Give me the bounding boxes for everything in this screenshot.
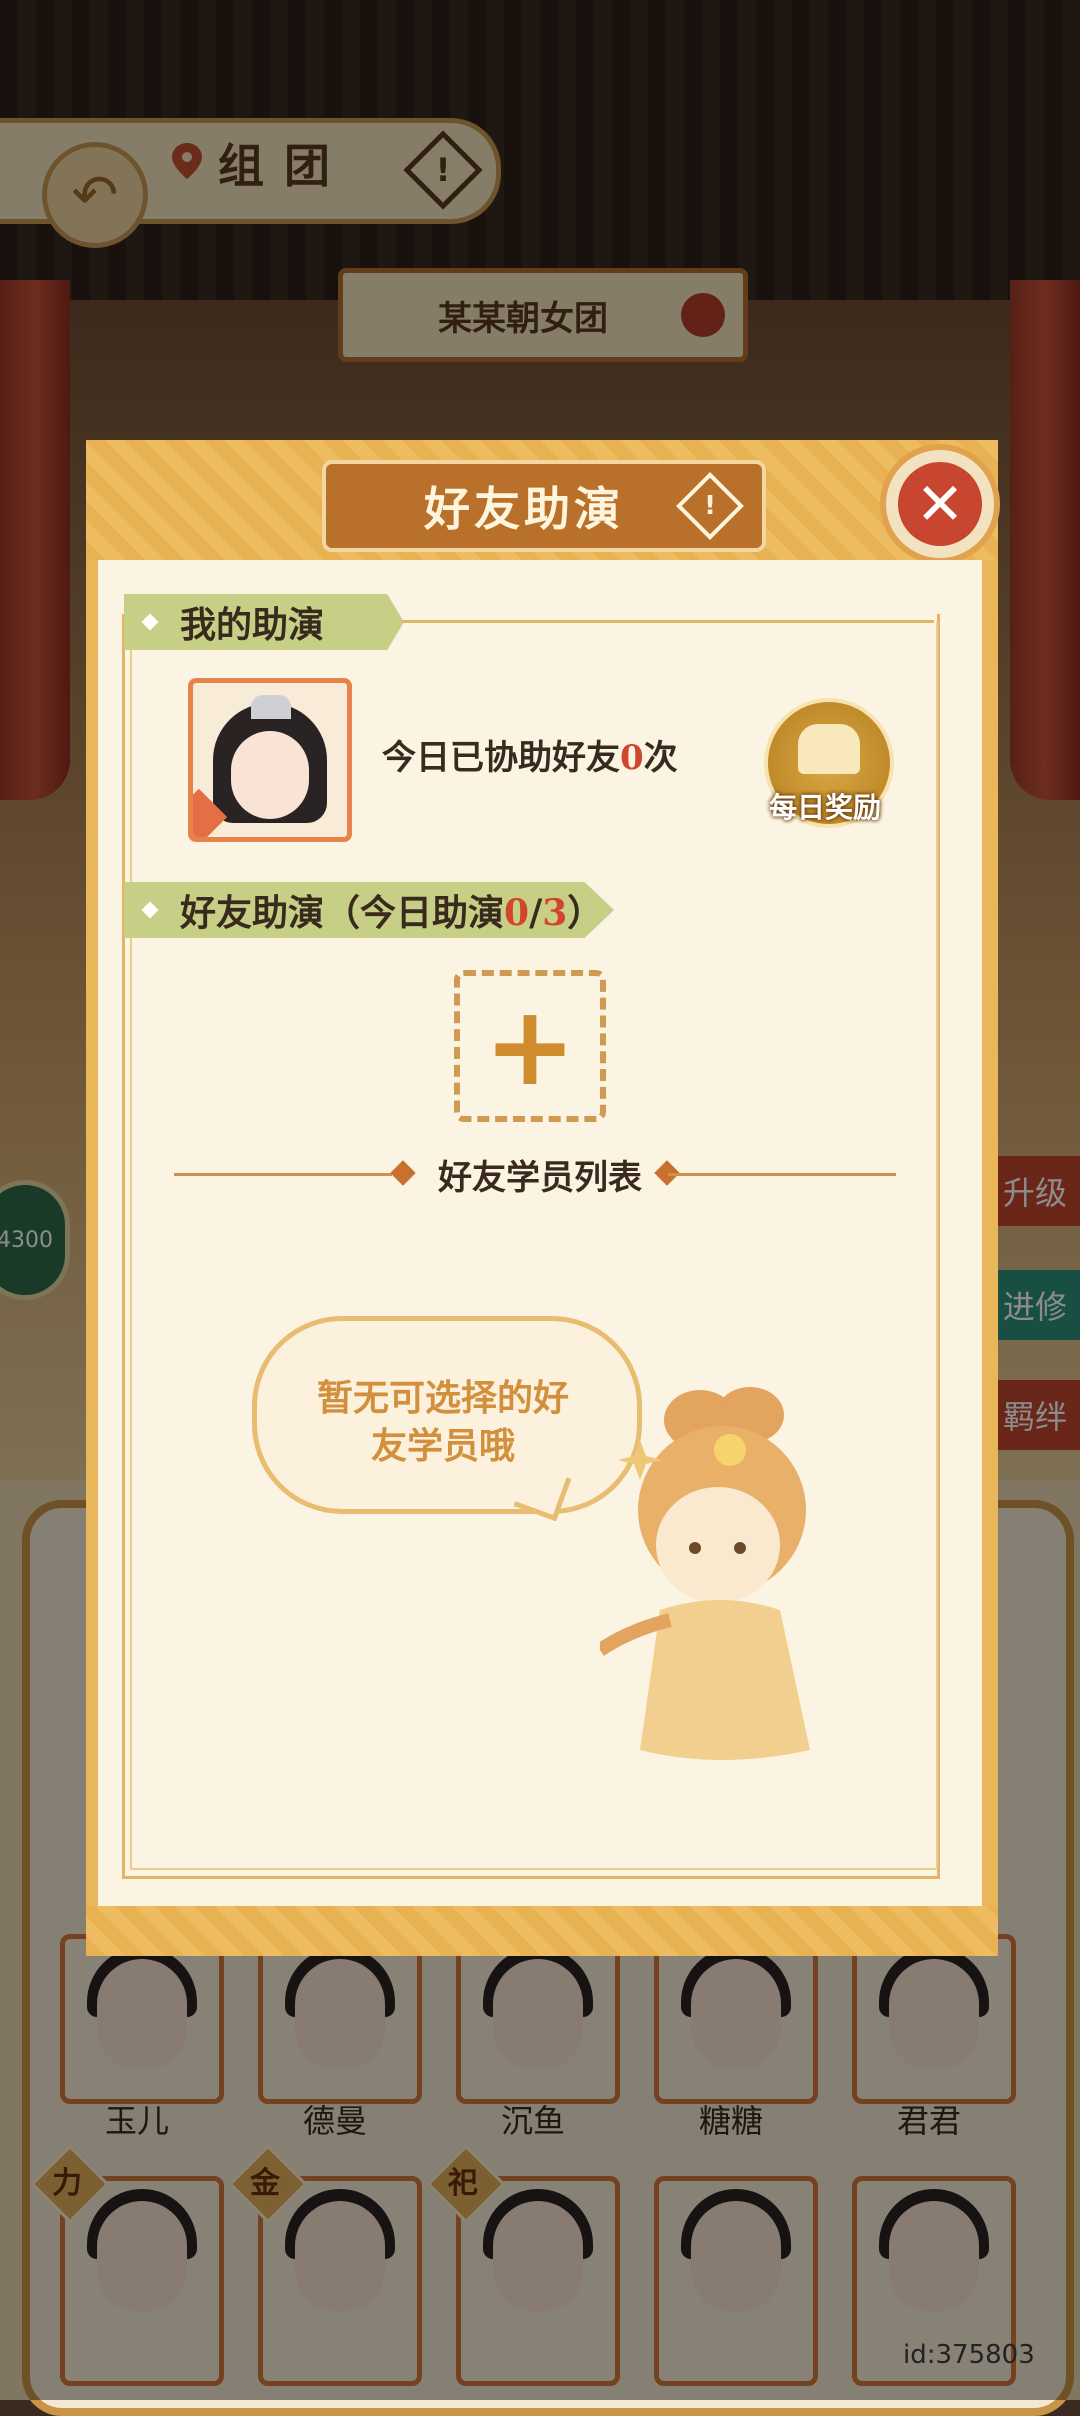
close-button[interactable]: ✕ [880, 444, 1000, 564]
empty-line-1: 暂无可选择的好 [316, 1377, 569, 1419]
friend-assist-header: 好友助演（今日助演0/3） [124, 882, 614, 938]
friend-list-title: 好友学员列表 [438, 1158, 642, 1198]
daily-reward-label: 每日奖励 [768, 791, 881, 824]
my-assist-title: 我的助演 [180, 604, 325, 646]
empty-line-2: 友学员哦 [370, 1425, 515, 1467]
add-friend-slot[interactable]: + [454, 970, 606, 1122]
divider [174, 1173, 392, 1176]
friend-assist-used: 0 [504, 892, 530, 934]
friend-assist-prefix: 好友助演（今日助演 [180, 892, 505, 934]
my-assist-header: 我的助演 [124, 594, 404, 650]
user-id: id:375803 [903, 2340, 1035, 2370]
treasure-chest-icon [798, 724, 860, 774]
empty-state-text: 暂无可选择的好 友学员哦 [292, 1374, 594, 1470]
plus-icon: + [483, 982, 577, 1110]
friend-assist-sep: / [529, 892, 543, 934]
assist-count-text: 今日已协助好友0次 [382, 730, 678, 779]
friend-assist-title: 好友助演（今日助演0/3） [180, 884, 603, 936]
friend-assist-max: 3 [542, 892, 568, 934]
assist-suffix: 次 [643, 738, 678, 778]
assist-prefix: 今日已协助好友 [382, 738, 620, 778]
assist-count: 0 [620, 738, 644, 778]
my-assist-avatar[interactable] [188, 678, 352, 842]
dialog-footer [86, 1906, 998, 1956]
mascot-illustration [600, 1387, 810, 1760]
divider [668, 1173, 896, 1176]
close-icon: ✕ [898, 462, 982, 546]
divider [402, 620, 934, 623]
dialog-title: 好友助演 [424, 482, 624, 536]
